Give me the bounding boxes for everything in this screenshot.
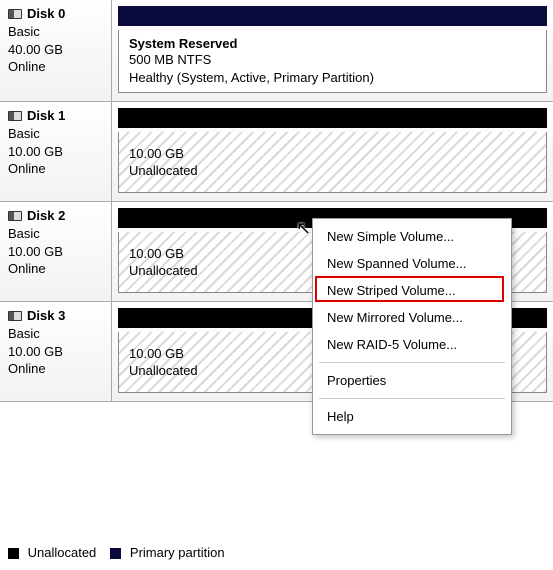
menu-separator xyxy=(319,398,505,399)
disk-side-panel[interactable]: Disk 2 Basic 10.00 GB Online xyxy=(0,202,112,301)
partition-size: 10.00 GB xyxy=(129,145,536,163)
partition-title: System Reserved xyxy=(129,36,536,51)
menu-separator xyxy=(319,362,505,363)
disk-type: Basic xyxy=(8,125,103,143)
menu-item-new-spanned-volume[interactable]: New Spanned Volume... xyxy=(313,250,511,277)
disk-name: Disk 1 xyxy=(27,108,65,123)
partition-area: System Reserved 500 MB NTFS Healthy (Sys… xyxy=(112,0,553,101)
disk-type: Basic xyxy=(8,325,103,343)
partition-size: 500 MB NTFS xyxy=(129,51,536,69)
disk-icon xyxy=(8,311,22,321)
disk-side-panel[interactable]: Disk 0 Basic 40.00 GB Online xyxy=(0,0,112,101)
legend-label: Primary partition xyxy=(130,545,225,560)
partition-box-unallocated[interactable]: 10.00 GB Unallocated xyxy=(118,132,547,193)
legend: Unallocated Primary partition xyxy=(8,545,225,560)
disk-row-1[interactable]: Disk 1 Basic 10.00 GB Online 10.00 GB Un… xyxy=(0,102,553,202)
partition-box[interactable]: System Reserved 500 MB NTFS Healthy (Sys… xyxy=(118,30,547,93)
disk-type: Basic xyxy=(8,23,103,41)
menu-item-new-raid5-volume[interactable]: New RAID-5 Volume... xyxy=(313,331,511,358)
disk-status: Online xyxy=(8,160,103,178)
disk-name: Disk 3 xyxy=(27,308,65,323)
disk-status: Online xyxy=(8,260,103,278)
menu-item-help[interactable]: Help xyxy=(313,403,511,430)
disk-status: Online xyxy=(8,58,103,76)
disk-size: 10.00 GB xyxy=(8,143,103,161)
disk-icon xyxy=(8,211,22,221)
menu-item-new-mirrored-volume[interactable]: New Mirrored Volume... xyxy=(313,304,511,331)
disk-side-panel[interactable]: Disk 1 Basic 10.00 GB Online xyxy=(0,102,112,201)
disk-size: 40.00 GB xyxy=(8,41,103,59)
disk-name: Disk 0 xyxy=(27,6,65,21)
partition-state: Healthy (System, Active, Primary Partiti… xyxy=(129,69,536,87)
legend-label: Unallocated xyxy=(28,545,97,560)
partition-stripe-primary xyxy=(118,6,547,26)
partition-area: 10.00 GB Unallocated xyxy=(112,102,553,201)
menu-item-new-simple-volume[interactable]: New Simple Volume... xyxy=(313,223,511,250)
disk-size: 10.00 GB xyxy=(8,243,103,261)
legend-swatch-unallocated xyxy=(8,548,19,559)
menu-item-properties[interactable]: Properties xyxy=(313,367,511,394)
disk-side-panel[interactable]: Disk 3 Basic 10.00 GB Online xyxy=(0,302,112,401)
context-menu: New Simple Volume... New Spanned Volume.… xyxy=(312,218,512,435)
disk-type: Basic xyxy=(8,225,103,243)
disk-size: 10.00 GB xyxy=(8,343,103,361)
partition-state: Unallocated xyxy=(129,162,536,180)
disk-status: Online xyxy=(8,360,103,378)
disk-icon xyxy=(8,111,22,121)
legend-primary: Primary partition xyxy=(110,545,224,560)
legend-unallocated: Unallocated xyxy=(8,545,96,560)
legend-swatch-primary xyxy=(110,548,121,559)
disk-row-0[interactable]: Disk 0 Basic 40.00 GB Online System Rese… xyxy=(0,0,553,102)
menu-item-new-striped-volume[interactable]: New Striped Volume... xyxy=(313,277,511,304)
disk-icon xyxy=(8,9,22,19)
disk-name: Disk 2 xyxy=(27,208,65,223)
partition-stripe-unallocated xyxy=(118,108,547,128)
